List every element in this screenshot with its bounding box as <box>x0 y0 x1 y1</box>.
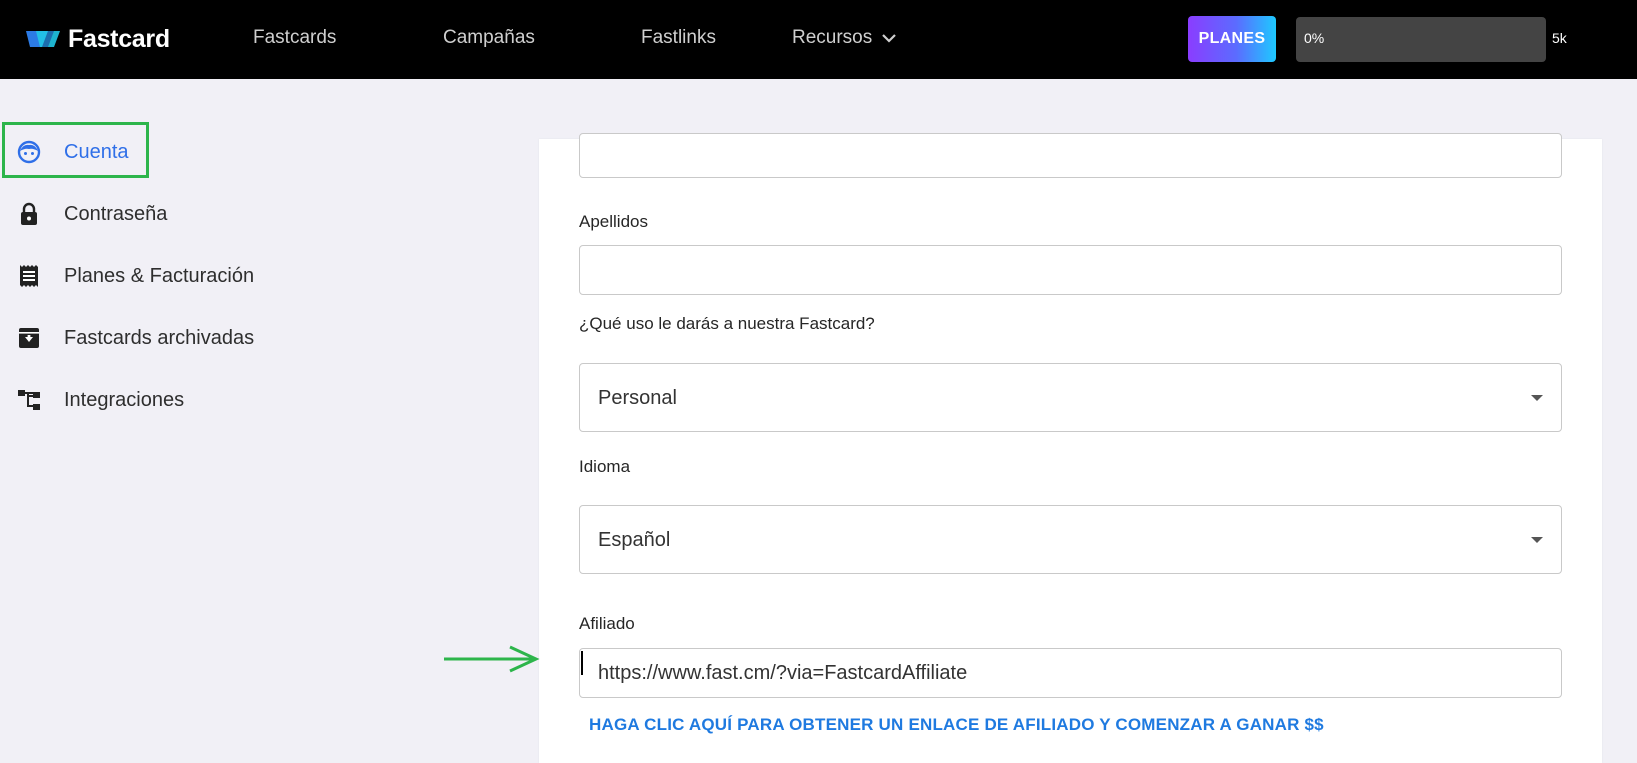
nav-recursos-label: Recursos <box>792 27 873 48</box>
dropdown-arrow-icon <box>1531 395 1543 401</box>
nav-fastcards[interactable]: Fastcards <box>253 27 336 49</box>
archive-icon <box>19 328 39 348</box>
apellidos-label: Apellidos <box>579 212 648 231</box>
lock-icon <box>21 202 37 225</box>
sidebar-item-label: Planes & Facturación <box>64 264 255 287</box>
dropdown-arrow-icon <box>1531 537 1543 543</box>
brand-logo[interactable]: Fastcard <box>26 24 170 53</box>
affiliate-link[interactable]: HAGA CLIC AQUÍ PARA OBTENER UN ENLACE DE… <box>589 715 1324 735</box>
usage-progress-bar: 0% <box>1296 17 1546 62</box>
afiliado-input[interactable]: https://www.fast.cm/?via=FastcardAffilia… <box>579 648 1562 698</box>
text-cursor <box>581 651 583 675</box>
brand-name: Fastcard <box>68 24 170 53</box>
usage-max: 5k <box>1552 30 1567 46</box>
afiliado-label: Afiliado <box>579 614 635 633</box>
sidebar-item-contrasena[interactable]: Contraseña <box>0 186 300 242</box>
sidebar-item-cuenta[interactable]: Cuenta <box>0 124 300 180</box>
top-nav-bar: Fastcard Fastcards Campañas Fastlinks Re… <box>0 0 1637 79</box>
uso-selected-value: Personal <box>598 387 677 409</box>
sidebar-item-label: Contraseña <box>64 202 168 225</box>
planes-button[interactable]: PLANES <box>1188 16 1276 62</box>
sidebar-item-integraciones[interactable]: Integraciones <box>0 372 300 428</box>
nav-fastlinks[interactable]: Fastlinks <box>641 27 716 49</box>
afiliado-value: https://www.fast.cm/?via=FastcardAffilia… <box>598 662 968 684</box>
uso-select[interactable]: Personal <box>579 363 1562 432</box>
integrations-icon <box>18 390 40 410</box>
idioma-select[interactable]: Español <box>579 505 1562 574</box>
nombre-input[interactable] <box>579 133 1562 178</box>
apellidos-input[interactable] <box>579 245 1562 295</box>
usage-percent: 0% <box>1304 30 1325 46</box>
chevron-down-icon <box>882 34 897 43</box>
face-icon <box>17 140 41 164</box>
idioma-label: Idioma <box>579 457 631 476</box>
nav-recursos[interactable]: Recursos <box>792 27 897 49</box>
sidebar-item-label: Fastcards archivadas <box>64 326 255 349</box>
fastcard-logo-icon <box>26 31 60 47</box>
idioma-selected-value: Español <box>598 529 671 551</box>
receipt-icon <box>20 265 38 287</box>
nav-campanas[interactable]: Campañas <box>443 27 535 49</box>
sidebar-item-planes-facturacion[interactable]: Planes & Facturación <box>0 248 300 304</box>
arrow-right-icon <box>444 645 540 673</box>
sidebar-item-label: Cuenta <box>64 140 129 163</box>
sidebar-item-fastcards-archivadas[interactable]: Fastcards archivadas <box>0 310 300 366</box>
uso-label: ¿Qué uso le darás a nuestra Fastcard? <box>579 314 875 333</box>
sidebar-item-label: Integraciones <box>64 388 185 411</box>
